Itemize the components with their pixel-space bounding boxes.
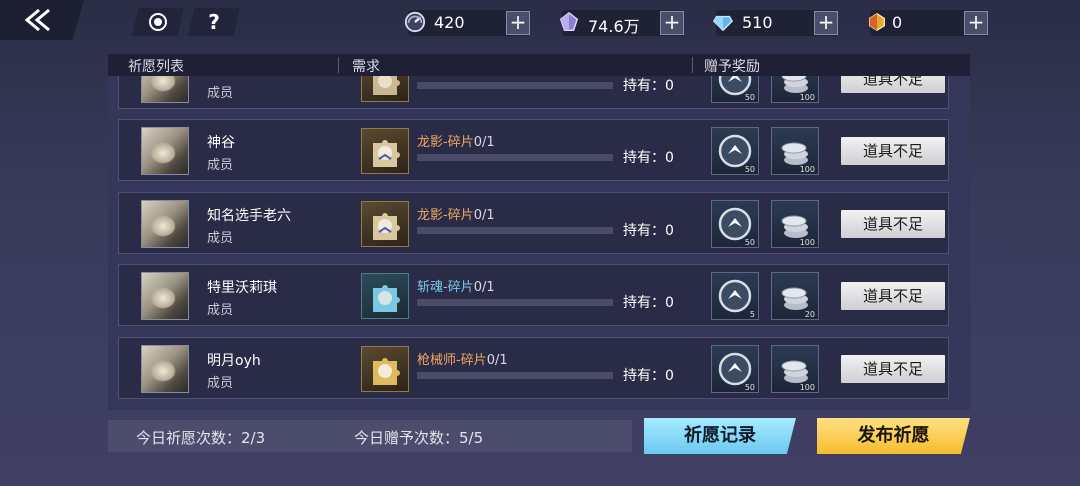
resource-diamond: 510 + — [712, 10, 838, 36]
add-energy-button[interactable]: + — [506, 11, 530, 35]
crystal-value: 74.6万 — [588, 17, 640, 36]
fragment-progress-bar — [417, 154, 613, 161]
add-diamond-button[interactable]: + — [814, 11, 838, 35]
target-circle-icon — [149, 13, 167, 31]
fragment-name: 龙影-碎片0/1 — [417, 208, 495, 223]
header-divider — [338, 57, 339, 73]
resource-crystal: 74.6万 + — [559, 10, 684, 36]
player-role: 成员 — [207, 376, 234, 391]
hold-count: 持有：0 — [623, 223, 674, 239]
gem-value: 0 — [892, 13, 903, 32]
fragment-item-icon — [361, 346, 409, 392]
hold-count: 持有：0 — [623, 78, 674, 94]
column-header: 祈愿列表 需求 赠予奖励 — [108, 54, 970, 76]
wish-list-panel[interactable]: 祈愿列表 需求 赠予奖励 成员 持有：0 50 100 道具不足 神谷 成员 龙… — [108, 54, 970, 410]
list-item: 明月oyh 成员 枪械师-碎片0/1 持有：0 50 100 道具不足 — [118, 337, 949, 399]
back-button[interactable] — [0, 0, 84, 40]
energy-value: 420 — [434, 13, 465, 32]
fragment-progress-bar — [417, 372, 613, 379]
player-avatar — [141, 200, 189, 248]
player-name: 明月oyh — [207, 353, 261, 369]
blue-diamond-icon — [710, 9, 736, 35]
reward-badge-icon: 50 — [711, 127, 759, 175]
energy-gauge-icon — [402, 9, 428, 35]
add-gem-button[interactable]: + — [964, 11, 988, 35]
player-name: 特里沃莉琪 — [207, 280, 277, 296]
list-item: 知名选手老六 成员 龙影-碎片0/1 持有：0 50 100 道具不足 — [118, 192, 949, 254]
record-button[interactable] — [132, 8, 184, 36]
fragment-item-icon — [361, 273, 409, 319]
header-divider — [692, 57, 693, 73]
resource-energy: 420 + — [404, 10, 530, 36]
diamond-value: 510 — [742, 13, 773, 32]
daily-gift-count: 今日赠予次数：5/5 — [354, 429, 484, 447]
fragment-name: 斩魂-碎片0/1 — [417, 280, 495, 295]
help-button[interactable]: ? — [188, 8, 240, 36]
header-reward: 赠予奖励 — [704, 59, 760, 75]
player-role: 成员 — [207, 303, 234, 318]
double-chevron-left-icon — [24, 8, 50, 32]
hold-count: 持有：0 — [623, 295, 674, 311]
player-role: 成员 — [207, 231, 234, 246]
daily-count-bar: 今日祈愿次数：2/3 今日赠予次数：5/5 — [108, 420, 632, 452]
insufficient-items-button[interactable]: 道具不足 — [841, 210, 945, 238]
fragment-progress-bar — [417, 227, 613, 234]
header-need: 需求 — [352, 59, 380, 75]
coin-stack-icon: 100 — [771, 345, 819, 393]
player-avatar — [141, 345, 189, 393]
coin-stack-icon: 100 — [771, 200, 819, 248]
reward-badge-icon: 50 — [711, 200, 759, 248]
wish-record-button[interactable]: 祈愿记录 — [644, 418, 796, 454]
gold-gem-icon — [864, 9, 890, 35]
reward-badge-icon: 5 — [711, 272, 759, 320]
add-crystal-button[interactable]: + — [660, 11, 684, 35]
fragment-item-icon — [361, 201, 409, 247]
resource-gem: 0 + — [868, 10, 988, 36]
player-role: 成员 — [207, 86, 234, 101]
reward-badge-icon: 50 — [711, 345, 759, 393]
player-avatar — [141, 127, 189, 175]
top-bar: ? 420 + 74.6万 + 510 + 0 + — [0, 0, 1080, 42]
fragment-progress-bar — [417, 82, 613, 89]
wish-rows: 成员 持有：0 50 100 道具不足 神谷 成员 龙影-碎片0/1 持有：0 … — [108, 54, 970, 410]
player-avatar — [141, 272, 189, 320]
header-wish-list: 祈愿列表 — [128, 59, 184, 75]
player-name: 神谷 — [207, 135, 235, 151]
insufficient-items-button[interactable]: 道具不足 — [841, 355, 945, 383]
daily-wish-count: 今日祈愿次数：2/3 — [136, 429, 266, 447]
player-name: 知名选手老六 — [207, 208, 291, 224]
purple-crystal-icon — [556, 9, 582, 35]
insufficient-items-button[interactable]: 道具不足 — [841, 137, 945, 165]
hold-count: 持有：0 — [623, 368, 674, 384]
fragment-progress-bar — [417, 299, 613, 306]
hold-count: 持有：0 — [623, 150, 674, 166]
fragment-name: 枪械师-碎片0/1 — [417, 353, 508, 368]
fragment-item-icon — [361, 128, 409, 174]
player-role: 成员 — [207, 158, 234, 173]
question-mark-icon: ? — [208, 10, 220, 34]
coin-stack-icon: 100 — [771, 127, 819, 175]
list-item: 特里沃莉琪 成员 斩魂-碎片0/1 持有：0 5 20 道具不足 — [118, 264, 949, 326]
list-item: 神谷 成员 龙影-碎片0/1 持有：0 50 100 道具不足 — [118, 119, 949, 181]
coin-stack-icon: 20 — [771, 272, 819, 320]
publish-wish-button[interactable]: 发布祈愿 — [817, 418, 970, 454]
fragment-name: 龙影-碎片0/1 — [417, 135, 495, 150]
insufficient-items-button[interactable]: 道具不足 — [841, 282, 945, 310]
